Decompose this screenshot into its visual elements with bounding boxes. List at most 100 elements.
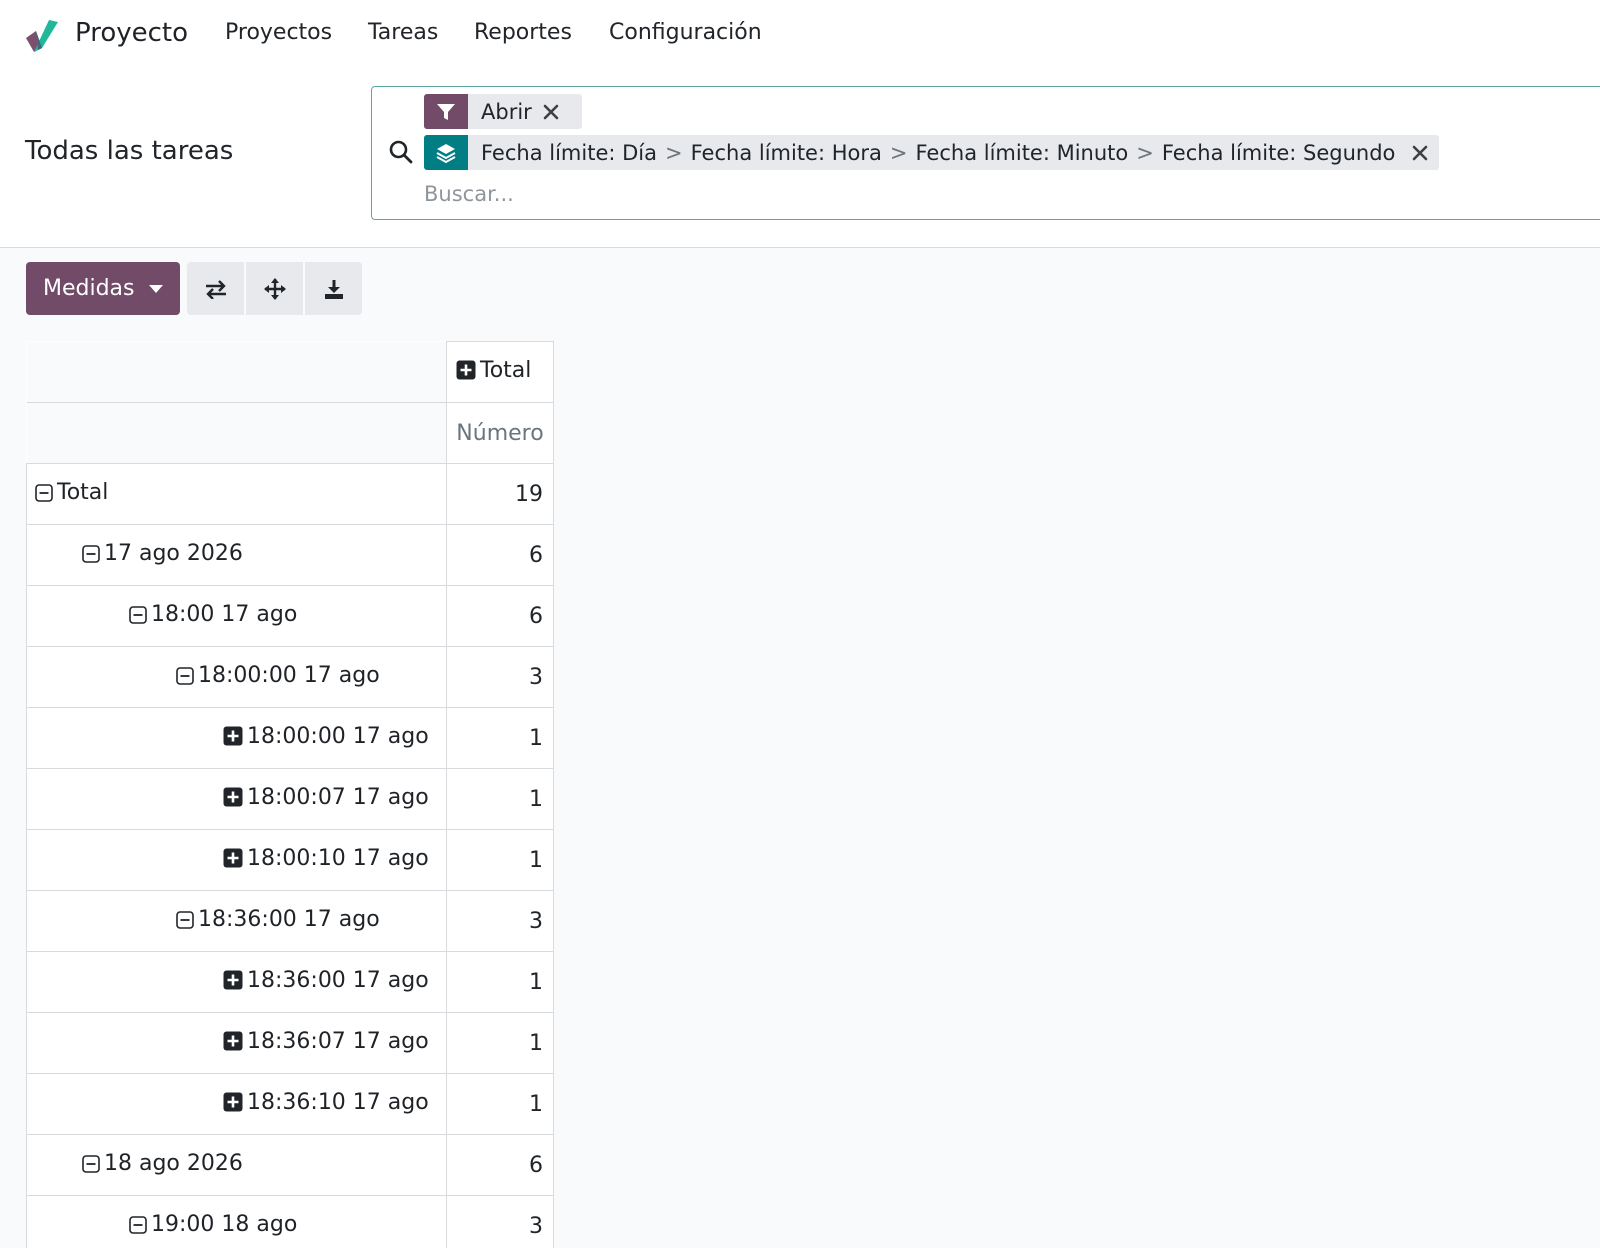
pivot-corner (26, 402, 447, 464)
search-input[interactable] (424, 177, 1324, 211)
minus-square-icon (82, 1154, 100, 1179)
pivot-row: 18 ago 2026 6 (26, 1134, 554, 1196)
app-logo-icon[interactable] (24, 20, 60, 54)
pivot-row-label: 18:00 17 ago (151, 602, 298, 627)
plus-square-icon (456, 360, 476, 386)
pivot-row-header[interactable]: 18:00 17 ago (26, 585, 447, 647)
groupby-separator: > (889, 140, 908, 165)
pivot-row-label: 18:36:07 17 ago (247, 1029, 429, 1054)
pivot-row: 18:00:00 17 ago 3 (26, 646, 554, 708)
pivot-cell-value[interactable]: 6 (446, 585, 554, 647)
plus-square-icon (223, 970, 243, 996)
layers-icon (424, 135, 468, 170)
pivot-row: 18:36:00 17 ago 3 (26, 890, 554, 952)
flip-axis-icon (205, 279, 226, 299)
pivot-cell-value[interactable]: 19 (446, 463, 554, 525)
pivot-row-header[interactable]: 18:00:00 17 ago (26, 646, 447, 708)
pivot-row-label: 18 ago 2026 (104, 1151, 243, 1176)
pivot-row-header[interactable]: 17 ago 2026 (26, 524, 447, 586)
pivot-cell-value[interactable]: 1 (446, 829, 554, 891)
minus-square-icon (176, 666, 194, 691)
menu-proyectos[interactable]: Proyectos (225, 20, 332, 45)
minus-square-icon (129, 605, 147, 630)
pivot-cell-value[interactable]: 6 (446, 1134, 554, 1196)
pivot-cell-value[interactable]: 3 (446, 890, 554, 952)
pivot-row-header[interactable]: 18:00:10 17 ago (26, 829, 447, 891)
groupby-separator: > (1136, 140, 1154, 165)
search-box[interactable]: Abrir Fecha límite: Día > Fecha límite: … (371, 86, 1600, 220)
remove-filter-facet-icon[interactable] (532, 94, 570, 129)
control-panel: Todas las tareas Abrir Fecha límite: Día… (0, 72, 1600, 248)
pivot-row-label: 18:36:00 17 ago (198, 907, 380, 932)
pivot-cell-value[interactable]: 1 (446, 707, 554, 769)
menu-configuracion[interactable]: Configuración (609, 20, 762, 45)
pivot-cell-value[interactable]: 6 (446, 524, 554, 586)
pivot-row-label: 18:00:10 17 ago (247, 846, 429, 871)
plus-square-icon (223, 726, 243, 752)
pivot-table: Total Número Total 19 17 ago 2026 6 18:00 17… (26, 341, 554, 1248)
measures-dropdown-button[interactable]: Medidas (26, 262, 180, 315)
minus-square-icon (35, 483, 53, 508)
download-button[interactable] (305, 262, 362, 315)
pivot-corner (26, 341, 447, 403)
pivot-body: Total 19 17 ago 2026 6 18:00 17 ago 6 18:00:00… (26, 463, 554, 1248)
groupby-value-second: Fecha límite: Segundo (1161, 140, 1396, 165)
minus-square-icon (129, 1215, 147, 1240)
expand-all-button[interactable] (246, 262, 303, 315)
menu-reportes[interactable]: Reportes (474, 20, 572, 45)
pivot-row-label: 18:36:00 17 ago (247, 968, 429, 993)
pivot-row: Total 19 (26, 463, 554, 525)
pivot-row-label: 18:00:00 17 ago (247, 724, 429, 749)
pivot-row-header[interactable]: 19:00 18 ago (26, 1195, 447, 1248)
pivot-cell-value[interactable]: 3 (446, 1195, 554, 1248)
pivot-row: 18:36:10 17 ago 1 (26, 1073, 554, 1135)
groupby-separator: > (665, 140, 683, 165)
measures-label: Medidas (43, 276, 135, 301)
pivot-row-label: 18:36:10 17 ago (247, 1090, 429, 1115)
groupby-value-day: Fecha límite: Día (481, 140, 657, 165)
pivot-cell-value[interactable]: 1 (446, 768, 554, 830)
pivot-row-label: 17 ago 2026 (104, 541, 243, 566)
remove-groupby-facet-icon[interactable] (1401, 135, 1439, 170)
pivot-row-header[interactable]: 18 ago 2026 (26, 1134, 447, 1196)
pivot-row-label: 19:00 18 ago (151, 1212, 298, 1237)
pivot-row-header[interactable]: 18:00:00 17 ago (26, 707, 447, 769)
pivot-row: 19:00 18 ago 3 (26, 1195, 554, 1248)
filter-icon (424, 94, 468, 129)
pivot-row-header[interactable]: 18:36:07 17 ago (26, 1012, 447, 1074)
pivot-cell-value[interactable]: 1 (446, 1012, 554, 1074)
pivot-row: 18:00 17 ago 6 (26, 585, 554, 647)
plus-square-icon (223, 1031, 243, 1057)
groupby-facet[interactable]: Fecha límite: Día > Fecha límite: Hora >… (424, 135, 1440, 170)
plus-square-icon (223, 1092, 243, 1118)
pivot-row: 18:36:07 17 ago 1 (26, 1012, 554, 1074)
app-brand[interactable]: Proyecto (75, 18, 188, 48)
pivot-row: 18:00:07 17 ago 1 (26, 768, 554, 830)
pivot-cell-value[interactable]: 3 (446, 646, 554, 708)
pivot-row: 18:00:00 17 ago 1 (26, 707, 554, 769)
pivot-column-header-total[interactable]: Total (446, 341, 554, 403)
top-navbar: Proyecto Proyectos Tareas Reportes Confi… (0, 0, 1600, 72)
plus-square-icon (223, 787, 243, 813)
pivot-cell-value[interactable]: 1 (446, 1073, 554, 1135)
pivot-measure-header[interactable]: Número (446, 402, 554, 464)
pivot-row-header[interactable]: 18:36:00 17 ago (26, 951, 447, 1013)
minus-square-icon (176, 910, 194, 935)
pivot-row-header[interactable]: Total (26, 463, 447, 525)
flip-axis-button[interactable] (187, 262, 244, 315)
filter-facet[interactable]: Abrir (424, 94, 582, 129)
plus-square-icon (223, 848, 243, 874)
pivot-row: 17 ago 2026 6 (26, 524, 554, 586)
pivot-row-label: 18:00:07 17 ago (247, 785, 429, 810)
pivot-row-header[interactable]: 18:36:00 17 ago (26, 890, 447, 952)
pivot-row-label: 18:00:00 17 ago (198, 663, 380, 688)
minus-square-icon (82, 544, 100, 569)
groupby-value-hour: Fecha límite: Hora (690, 140, 882, 165)
pivot-row-header[interactable]: 18:00:07 17 ago (26, 768, 447, 830)
pivot-row: 18:36:00 17 ago 1 (26, 951, 554, 1013)
filter-facet-value: Abrir (481, 99, 532, 124)
pivot-row: 18:00:10 17 ago 1 (26, 829, 554, 891)
pivot-cell-value[interactable]: 1 (446, 951, 554, 1013)
menu-tareas[interactable]: Tareas (368, 20, 438, 45)
pivot-row-header[interactable]: 18:36:10 17 ago (26, 1073, 447, 1135)
